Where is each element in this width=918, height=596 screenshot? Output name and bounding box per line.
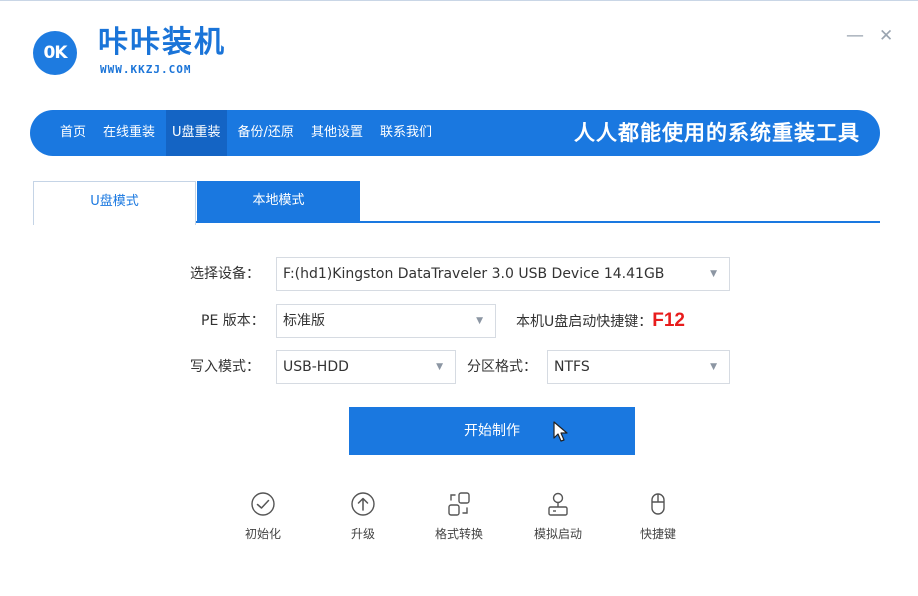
convert-icon bbox=[448, 492, 470, 516]
nav-item-contact-us[interactable]: 联系我们 bbox=[374, 110, 438, 156]
boot-hotkey-info: 本机U盘启动快捷键：F12 bbox=[516, 305, 685, 338]
chevron-down-icon: ▼ bbox=[436, 362, 443, 372]
check-circle-icon bbox=[251, 492, 275, 516]
mouse-cursor-icon bbox=[553, 421, 568, 442]
partition-format-select[interactable]: NTFS ▼ bbox=[547, 350, 730, 384]
minimize-icon[interactable]: — bbox=[846, 27, 864, 45]
nav-item-online-reinstall[interactable]: 在线重装 bbox=[97, 110, 161, 156]
boot-hotkey-label: 本机U盘启动快捷键： bbox=[516, 314, 653, 330]
tool-simulate-boot-label: 模拟启动 bbox=[533, 527, 582, 541]
device-label: 选择设备： bbox=[190, 266, 260, 282]
main-nav: 首页 在线重装 U盘重装 备份/还原 其他设置 联系我们 人人都能使用的系统重装… bbox=[30, 110, 880, 156]
tool-hotkey-label: 快捷键 bbox=[639, 527, 676, 541]
write-mode-select[interactable]: USB-HDD ▼ bbox=[276, 350, 456, 384]
close-icon[interactable]: ✕ bbox=[879, 27, 893, 45]
device-select[interactable]: F:(hd1)Kingston DataTraveler 3.0 USB Dev… bbox=[276, 257, 730, 291]
logo-icon: 0K bbox=[33, 31, 77, 75]
boot-hotkey-value: F12 bbox=[652, 310, 685, 331]
tool-initialize-label: 初始化 bbox=[244, 527, 281, 541]
mode-tabs: U盘模式 本地模式 bbox=[33, 181, 880, 225]
pe-version-select[interactable]: 标准版 ▼ bbox=[276, 304, 496, 338]
app-window: 0K 咔咔装机 WWW.KKZJ.COM — ✕ 首页 在线重装 U盘重装 备份… bbox=[0, 0, 918, 596]
tool-simulate-boot[interactable]: 模拟启动 bbox=[523, 491, 593, 542]
arrow-up-circle-icon bbox=[351, 492, 375, 516]
nav-slogan: 人人都能使用的系统重装工具 bbox=[574, 121, 860, 145]
app-url: WWW.KKZJ.COM bbox=[100, 63, 192, 76]
partition-format-value: NTFS bbox=[554, 359, 590, 375]
mouse-icon bbox=[651, 493, 665, 515]
tool-hotkey[interactable]: 快捷键 bbox=[623, 491, 693, 542]
nav-item-backup-restore[interactable]: 备份/还原 bbox=[232, 110, 300, 156]
nav-item-home[interactable]: 首页 bbox=[54, 110, 92, 156]
write-mode-label: 写入模式： bbox=[190, 359, 260, 375]
tool-initialize[interactable]: 初始化 bbox=[228, 491, 298, 542]
partition-format-label: 分区格式： bbox=[467, 359, 537, 375]
chevron-down-icon: ▼ bbox=[710, 362, 717, 372]
tab-local-mode[interactable]: 本地模式 bbox=[197, 181, 360, 223]
start-making-button[interactable]: 开始制作 bbox=[349, 407, 635, 455]
app-title: 咔咔装机 bbox=[98, 25, 226, 60]
pe-version-label: PE 版本： bbox=[201, 313, 265, 329]
device-select-value: F:(hd1)Kingston DataTraveler 3.0 USB Dev… bbox=[283, 266, 665, 282]
chevron-down-icon: ▼ bbox=[710, 269, 717, 279]
tool-format-convert[interactable]: 格式转换 bbox=[424, 491, 494, 542]
pe-version-value: 标准版 bbox=[283, 313, 325, 329]
tool-format-convert-label: 格式转换 bbox=[434, 527, 483, 541]
tool-upgrade-label: 升级 bbox=[350, 527, 375, 541]
tool-upgrade[interactable]: 升级 bbox=[328, 491, 398, 542]
chevron-down-icon: ▼ bbox=[476, 316, 483, 326]
nav-item-other-settings[interactable]: 其他设置 bbox=[305, 110, 369, 156]
nav-item-usb-reinstall[interactable]: U盘重装 bbox=[166, 110, 227, 156]
tab-usb-mode[interactable]: U盘模式 bbox=[33, 181, 196, 225]
boot-simulate-icon bbox=[548, 492, 568, 516]
write-mode-value: USB-HDD bbox=[283, 359, 349, 375]
